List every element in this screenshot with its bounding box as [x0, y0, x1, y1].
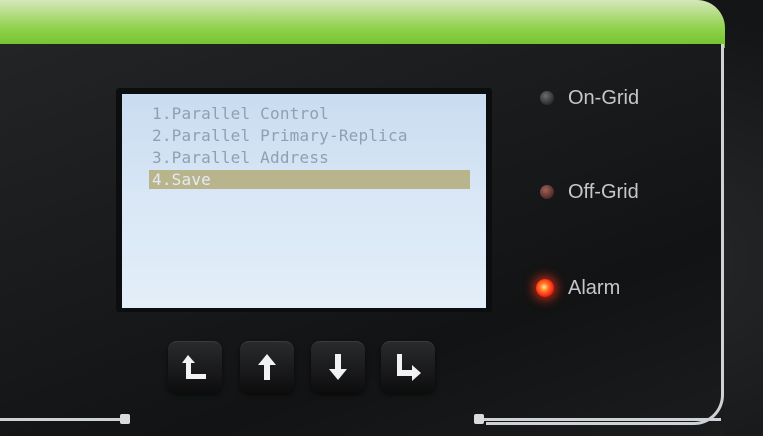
- menu-item-parallel-control[interactable]: 1.Parallel Control: [152, 104, 329, 123]
- on-grid-label: On-Grid: [568, 86, 640, 109]
- off-grid-label: Off-Grid: [568, 180, 639, 203]
- arrow-down-icon: [329, 354, 347, 380]
- panel-outline-right-rail: [484, 418, 721, 421]
- brand-green-band: [0, 0, 725, 48]
- panel-outline-left-rail: [0, 418, 122, 421]
- off-grid-led-icon: [540, 185, 554, 199]
- return-down-right-icon: [397, 354, 421, 381]
- return-up-left-icon: [182, 355, 206, 379]
- menu-item-parallel-primary-replica[interactable]: 2.Parallel Primary-Replica: [152, 126, 408, 145]
- enter-button[interactable]: [381, 341, 435, 393]
- menu-item-parallel-address[interactable]: 3.Parallel Address: [152, 148, 329, 167]
- rail-end-left: [120, 414, 130, 424]
- on-grid-indicator: On-Grid: [540, 86, 639, 110]
- down-button[interactable]: [311, 341, 365, 393]
- back-button[interactable]: [168, 341, 222, 393]
- up-button[interactable]: [240, 341, 294, 393]
- on-grid-led-icon: [540, 91, 554, 105]
- alarm-led-icon: [536, 279, 554, 297]
- menu-item-save[interactable]: 4.Save: [149, 170, 470, 189]
- alarm-indicator: Alarm: [536, 276, 620, 300]
- off-grid-indicator: Off-Grid: [540, 180, 639, 204]
- alarm-label: Alarm: [568, 276, 621, 299]
- rail-end-right: [474, 414, 484, 424]
- arrow-up-icon: [258, 354, 276, 380]
- lcd-screen: 1.Parallel Control 2.Parallel Primary-Re…: [122, 94, 486, 308]
